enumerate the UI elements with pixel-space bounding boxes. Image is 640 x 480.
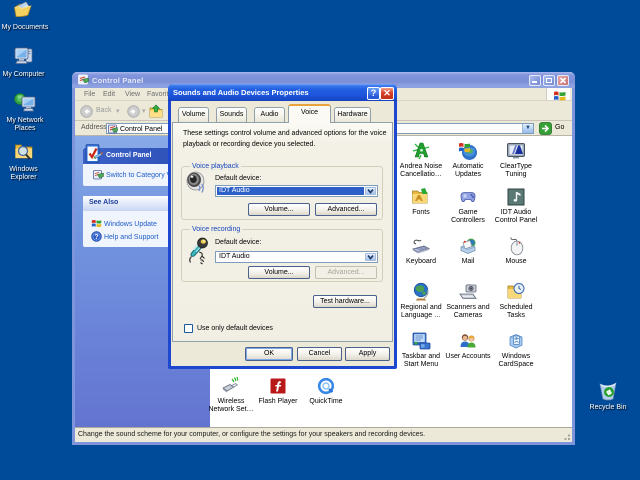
svg-text:?: ? — [94, 234, 98, 241]
